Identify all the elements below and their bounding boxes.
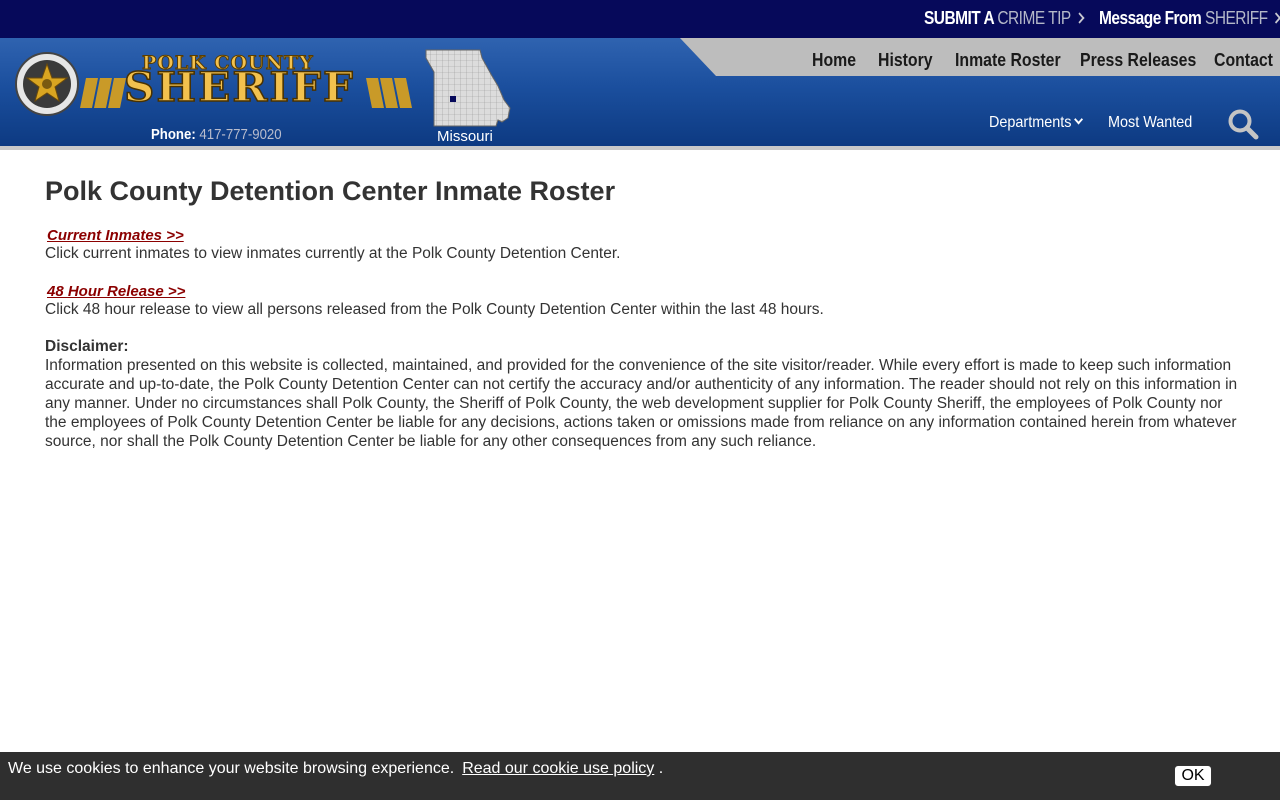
top-bar: SUBMIT A CRIME TIP Message From SHERIFF — [0, 0, 1280, 38]
nav-item-history[interactable]: History — [878, 50, 933, 71]
disclaimer-title: Disclaimer: — [45, 338, 129, 355]
sheriff-message-highlight: SHERIFF — [1205, 8, 1268, 28]
logo-sheriff-text: SHERIFF — [123, 64, 355, 111]
cookie-ok-button[interactable]: OK — [1174, 765, 1212, 787]
phone-info: Phone: 417-777-9020 — [151, 126, 282, 143]
header-divider — [0, 146, 1280, 150]
cookie-policy-link[interactable]: Read our cookie use policy — [462, 760, 654, 777]
site-header: POLK COUNTY SHERIFF Phone: 417-777-9020 … — [0, 38, 1280, 146]
phone-label: Phone: — [151, 126, 196, 143]
site-logo[interactable]: POLK COUNTY SHERIFF — [14, 52, 414, 116]
nav-item-contact[interactable]: Contact — [1214, 50, 1273, 71]
missouri-map-icon — [425, 49, 511, 127]
state-label: Missouri — [437, 128, 493, 145]
crime-tip-highlight: CRIME TIP — [997, 8, 1071, 28]
sheriff-message-prefix: Message From — [1099, 8, 1202, 28]
message-from-sheriff-link[interactable]: Message From SHERIFF — [1099, 8, 1280, 29]
page-title: Polk County Detention Center Inmate Rost… — [45, 176, 616, 206]
departments-label: Departments — [989, 114, 1072, 131]
chevron-right-icon — [1074, 12, 1085, 24]
disclaimer-section: Disclaimer: Information presented on thi… — [45, 337, 1240, 451]
submit-crime-tip-link[interactable]: SUBMIT A CRIME TIP — [924, 8, 1085, 29]
nav-item-home[interactable]: Home — [812, 50, 856, 71]
search-icon[interactable] — [1227, 108, 1259, 140]
main-content: Polk County Detention Center Inmate Rost… — [45, 176, 1240, 451]
nav-item-press-releases[interactable]: Press Releases — [1080, 50, 1196, 71]
crime-tip-prefix: SUBMIT A — [924, 8, 994, 28]
chevron-right-icon — [1271, 12, 1280, 24]
disclaimer-text: Information presented on this website is… — [45, 357, 1238, 450]
current-inmates-description: Click current inmates to view inmates cu… — [45, 245, 621, 262]
chevron-down-icon — [1073, 114, 1083, 125]
release-section: 48 Hour Release >> Click 48 hour release… — [45, 281, 1240, 319]
cookie-message: We use cookies to enhance your website b… — [8, 760, 663, 778]
48-hour-release-link[interactable]: 48 Hour Release >> — [47, 283, 185, 300]
cookie-suffix: . — [658, 760, 664, 777]
cookie-banner: We use cookies to enhance your website b… — [0, 752, 1280, 800]
nav-item-inmate-roster[interactable]: Inmate Roster — [955, 50, 1061, 71]
phone-number[interactable]: 417-777-9020 — [199, 126, 281, 143]
most-wanted-link[interactable]: Most Wanted — [1108, 114, 1192, 132]
48-hour-release-description: Click 48 hour release to view all person… — [45, 301, 824, 318]
cookie-text: We use cookies to enhance your website b… — [8, 760, 455, 777]
departments-dropdown[interactable]: Departments — [989, 114, 1083, 132]
current-inmates-section: Current Inmates >> Click current inmates… — [45, 225, 1240, 263]
current-inmates-link[interactable]: Current Inmates >> — [47, 227, 184, 244]
